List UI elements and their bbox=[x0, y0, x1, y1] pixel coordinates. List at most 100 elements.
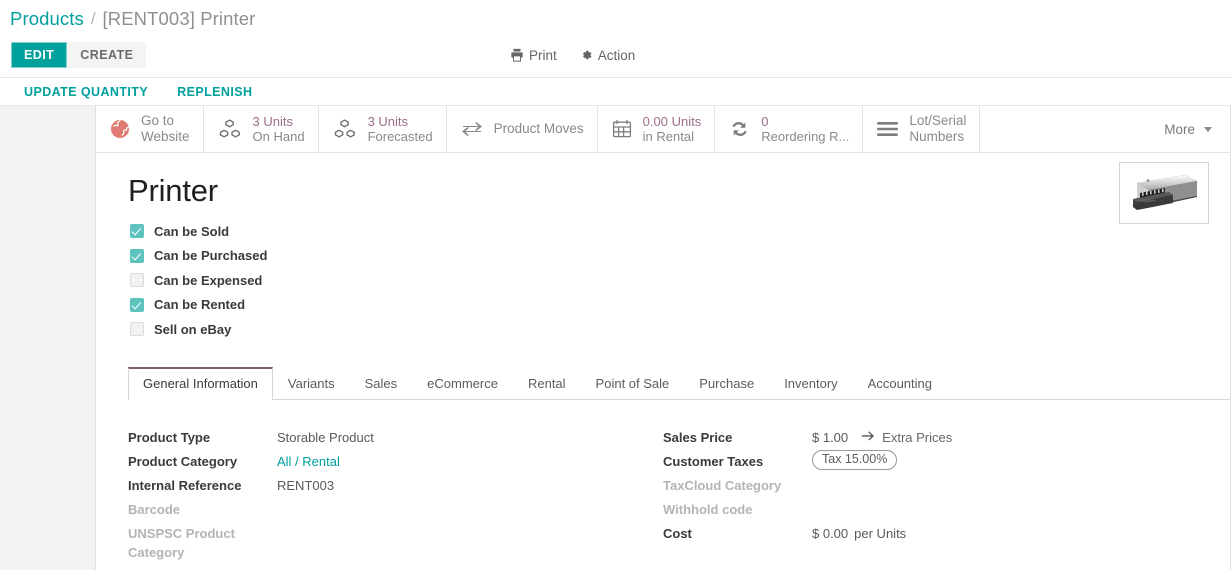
stat-label: On Hand bbox=[252, 129, 305, 144]
tab-sales[interactable]: Sales bbox=[350, 367, 413, 400]
stat-button-lot-serial-numbers[interactable]: Lot/Serial Numbers bbox=[863, 106, 981, 152]
field-value[interactable]: Storable Product bbox=[277, 426, 374, 450]
action-label: Action bbox=[597, 47, 636, 63]
form-button-bar: EDIT CREATE Print Action bbox=[0, 33, 1231, 77]
calendar-icon bbox=[612, 119, 632, 139]
stat-text: 3 Units On Hand bbox=[253, 114, 305, 145]
field-label: Withhold code bbox=[663, 501, 753, 517]
notebook-tabs: General Information Variants Sales eComm… bbox=[128, 366, 1230, 400]
stat-button-row: Go to Website 3 Units On Hand 3 Units Fo… bbox=[96, 106, 1230, 153]
field-product-type: Product Type Storable Product bbox=[128, 426, 661, 450]
stat-label: Forecasted bbox=[367, 129, 433, 144]
checkbox-row-can-be-rented[interactable]: Can be Rented bbox=[130, 293, 1230, 318]
field-barcode: Barcode bbox=[128, 498, 661, 522]
checkbox-label: Can be Sold bbox=[154, 223, 230, 239]
field-product-category: Product Category All / Rental bbox=[128, 450, 661, 474]
cost-amount[interactable]: $ 0.00 bbox=[812, 522, 848, 546]
stat-button-product-moves[interactable]: Product Moves bbox=[446, 106, 598, 152]
stat-value: 3 Units bbox=[367, 113, 409, 129]
chevron-down-icon bbox=[1204, 126, 1212, 132]
exchange-arrows-icon bbox=[461, 120, 483, 138]
checkbox-row-can-be-sold[interactable]: Can be Sold bbox=[130, 219, 1230, 244]
stat-label: Reordering R... bbox=[761, 129, 850, 144]
form-column-right: Sales Price $ 1.00 Extra Prices Customer… bbox=[661, 426, 1194, 562]
field-unspsc-product-category: UNSPSC Product Category bbox=[128, 522, 661, 562]
checkbox-label: Can be Expensed bbox=[154, 272, 263, 288]
edit-button[interactable]: EDIT bbox=[11, 41, 68, 69]
tab-accounting[interactable]: Accounting bbox=[853, 367, 947, 400]
sheet-content: Printer Can be Sold Can be Purchased Can… bbox=[96, 153, 1230, 562]
gear-icon bbox=[579, 48, 593, 62]
stat-label: Product Moves bbox=[493, 121, 584, 137]
tab-variants[interactable]: Variants bbox=[273, 367, 350, 400]
stat-button-go-to-website[interactable]: Go to Website bbox=[96, 106, 204, 152]
printer-photo bbox=[1125, 167, 1203, 219]
stat-value: 3 Units bbox=[252, 113, 293, 129]
cost-uom-suffix: per Units bbox=[854, 525, 907, 541]
field-label: Product Type bbox=[128, 429, 211, 445]
checkbox-can-be-sold[interactable] bbox=[130, 224, 144, 239]
checkbox-can-be-expensed[interactable] bbox=[130, 273, 144, 288]
bars-icon bbox=[877, 121, 899, 137]
field-label: TaxCloud Category bbox=[663, 477, 782, 493]
checkbox-label: Sell on eBay bbox=[154, 321, 232, 337]
checkbox-row-sell-on-ebay[interactable]: Sell on eBay bbox=[130, 317, 1230, 342]
field-customer-taxes: Customer Taxes Tax 15.00% bbox=[663, 449, 1194, 474]
update-quantity-button[interactable]: UPDATE QUANTITY bbox=[24, 85, 148, 99]
stat-text: 0.00 Units in Rental bbox=[643, 114, 702, 145]
field-label: Sales Price bbox=[663, 429, 733, 445]
stat-value: 0 bbox=[761, 113, 769, 129]
breadcrumb-root-link[interactable]: Products bbox=[10, 8, 84, 30]
tab-purchase[interactable]: Purchase bbox=[684, 367, 769, 400]
tab-inventory[interactable]: Inventory bbox=[769, 367, 852, 400]
field-label: Internal Reference bbox=[128, 477, 242, 493]
extra-prices-button[interactable]: Extra Prices bbox=[862, 426, 952, 450]
extra-prices-label: Extra Prices bbox=[882, 429, 953, 445]
replenish-button[interactable]: REPLENISH bbox=[177, 85, 252, 99]
checkbox-sell-on-ebay[interactable] bbox=[130, 322, 144, 337]
create-button[interactable]: CREATE bbox=[67, 41, 147, 69]
tab-point-of-sale[interactable]: Point of Sale bbox=[581, 367, 685, 400]
field-taxcloud-category: TaxCloud Category bbox=[663, 474, 1194, 498]
stat-label-line1: Lot/Serial bbox=[909, 113, 967, 129]
action-menu-button[interactable]: Action bbox=[579, 47, 636, 63]
checkbox-can-be-purchased[interactable] bbox=[130, 248, 144, 263]
checkbox-row-can-be-expensed[interactable]: Can be Expensed bbox=[130, 268, 1230, 293]
stat-button-in-rental[interactable]: 0.00 Units in Rental bbox=[597, 106, 716, 152]
stat-label-line1: Go to bbox=[141, 113, 175, 129]
stat-label: in Rental bbox=[642, 129, 694, 144]
stat-text: Go to Website bbox=[141, 113, 190, 145]
tab-rental[interactable]: Rental bbox=[513, 367, 581, 400]
field-value: Tax 15.00% bbox=[812, 449, 898, 470]
stat-value: 0.00 Units bbox=[642, 113, 702, 129]
stat-text: Lot/Serial Numbers bbox=[909, 113, 966, 145]
form-column-left: Product Type Storable Product Product Ca… bbox=[128, 426, 661, 562]
tab-general-information[interactable]: General Information bbox=[128, 366, 273, 400]
field-value[interactable]: RENT003 bbox=[277, 474, 334, 498]
product-image[interactable] bbox=[1119, 162, 1209, 224]
cubes-icon bbox=[333, 118, 357, 140]
cubes-icon bbox=[218, 118, 242, 140]
more-stat-buttons-dropdown[interactable]: More bbox=[1146, 106, 1230, 152]
stat-button-on-hand[interactable]: 3 Units On Hand bbox=[203, 106, 319, 152]
stat-button-forecasted[interactable]: 3 Units Forecasted bbox=[318, 106, 447, 152]
field-internal-reference: Internal Reference RENT003 bbox=[128, 474, 661, 498]
field-cost: Cost $ 0.00 per Units bbox=[663, 522, 1194, 546]
stat-text: 0 Reordering R... bbox=[761, 114, 849, 145]
stat-button-reordering-rules[interactable]: 0 Reordering R... bbox=[715, 106, 864, 152]
field-label: Cost bbox=[663, 525, 692, 541]
checkbox-label: Can be Purchased bbox=[154, 248, 268, 264]
stat-label-line2: Numbers bbox=[909, 129, 965, 144]
breadcrumb-separator: / bbox=[90, 8, 96, 28]
tab-ecommerce[interactable]: eCommerce bbox=[412, 367, 513, 400]
product-flags-group: Can be Sold Can be Purchased Can be Expe… bbox=[130, 219, 1230, 342]
checkbox-can-be-rented[interactable] bbox=[130, 297, 144, 312]
tax-badge[interactable]: Tax 15.00% bbox=[812, 449, 898, 470]
stat-text: Product Moves bbox=[494, 121, 584, 137]
breadcrumb-current: [RENT003] Printer bbox=[102, 7, 256, 29]
print-label: Print bbox=[529, 47, 557, 63]
field-value-link[interactable]: All / Rental bbox=[277, 450, 340, 474]
sales-price-amount[interactable]: $ 1.00 bbox=[812, 426, 848, 450]
print-menu-button[interactable]: Print bbox=[510, 48, 557, 63]
checkbox-row-can-be-purchased[interactable]: Can be Purchased bbox=[130, 244, 1230, 269]
